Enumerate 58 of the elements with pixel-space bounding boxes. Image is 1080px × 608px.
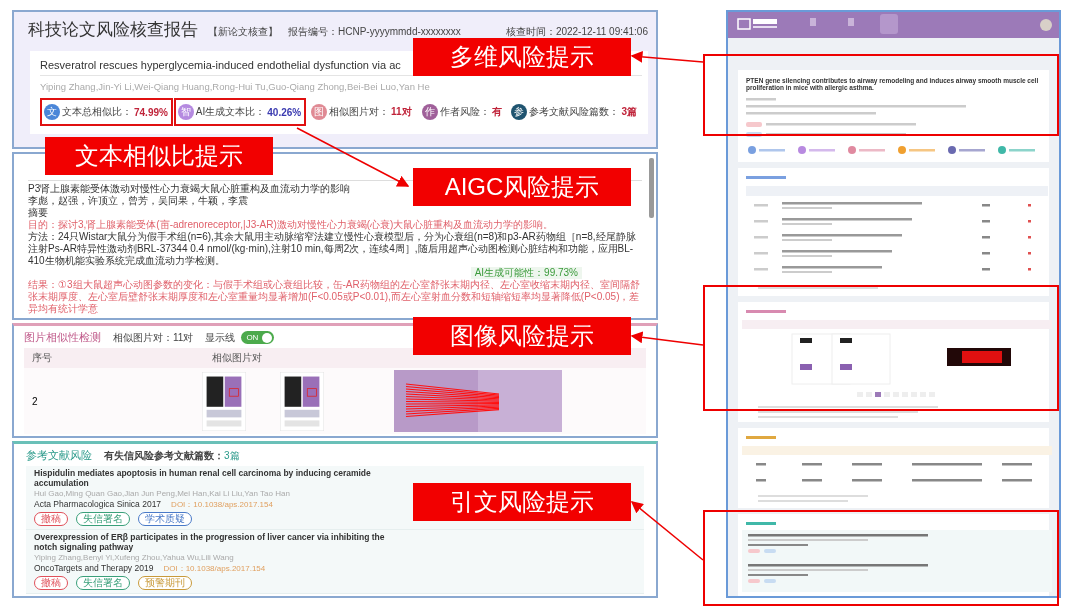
metric-value: 有	[491, 105, 502, 119]
metric-label: AI生成文本比：	[195, 105, 266, 119]
scrollbar[interactable]	[649, 158, 654, 218]
risk-tag: 失信署名	[76, 512, 130, 526]
metric-label: 作者风险：	[439, 105, 490, 119]
callout-label: 图像风险提示	[413, 317, 631, 355]
paper-authors: Yiping Zhang,Jin-Yi Li,Wei-Qiang Huang,Rong-Hui Tu,Guo-Qiang Zhong,Bei-Bei Luo,Yan He	[40, 81, 431, 92]
report-type-label: 【新论文核查】	[208, 25, 278, 39]
similar-image-count: 相似图片对：11对	[113, 330, 194, 345]
body-text: 摘要	[28, 207, 48, 219]
risk-tag: 撤稿	[34, 512, 68, 526]
flagged-text: 目的：探讨3,肾上腺素能受体(亩-adrenoreceptor,|J3-AR)激动对慢性心力衰竭(心衰)大鼠心脏重构及血流动力学的影响。	[28, 219, 554, 231]
toggle-label: 显示线	[205, 330, 236, 345]
metric-value: 74.99%	[134, 106, 168, 118]
metric-icon: 文	[44, 104, 60, 120]
body-text: 方法：24只Wistar大鼠分为假手术组(n=6),其余大鼠用主动脉缩窄法建立慢性心衰模型后，分为心衰组(n=8)和p3-AR药物组［n=8,经尾静脉注射Ps-AR特异性激动剂BRL-37344 0.4 nmol/(kg·min),注射10 min,每周2次，连续4周］,随后用超声心动图检测心脏结构和功能，应用BL-410生物机能实验系统完成血流动力学检测。	[28, 231, 637, 267]
doi-text: DOI：10.1038/aps.2017.154	[171, 499, 273, 510]
body-text: 李彪，赵强，许顶立，曾芳，吴同果，牛颖，李震	[28, 195, 248, 207]
metric-label: 文本总相似比：	[62, 105, 132, 119]
journal-name: OncoTargets and Therapy 2019	[34, 563, 154, 574]
metric-label: 相似图片对：	[329, 105, 390, 119]
metric-value: 40.26%	[267, 106, 302, 118]
risk-tag: 预警期刊	[138, 576, 192, 590]
reference-authors: Hui Gao,Ming Quan Gao,Jian Jun Peng,Mei Han,Kai Li Liu,Yan Tao Han	[34, 489, 291, 498]
figure-page-thumbnail	[202, 371, 246, 431]
reference-title: Overexpression of ERβ participates in the progression of liver cancer via inhibiting the notch signaling pathway	[34, 532, 386, 552]
reference-title: Hispidulin mediates apoptosis in human renal cell carcinoma by inducing ceramide accumulation	[34, 468, 372, 488]
risk-tag: 撤稿	[34, 576, 68, 590]
metric-icon: 图	[311, 104, 328, 120]
callout-label: 引文风险提示	[413, 483, 631, 521]
column-header: 序号	[32, 351, 53, 365]
journal-name: Acta Pharmacologica Sinica 2017	[34, 499, 162, 510]
figure-page-thumbnail	[280, 371, 324, 431]
ai-probability-tooltip: AI生成可能性：99.73%	[470, 267, 582, 279]
report-title: 科技论文风险核查报告	[28, 19, 198, 41]
risk-tag: 失信署名	[76, 576, 130, 590]
risk-reference-count: 3篇	[224, 448, 240, 463]
metric-icon: 参	[511, 104, 528, 120]
report-number: 报告编号：HCNP-yyyymmdd-xxxxxxxx	[288, 25, 461, 39]
doi-text: DOI：10.1038/aps.2017.154	[163, 563, 266, 574]
metric-icon: 作	[421, 104, 438, 120]
row-number: 2	[32, 395, 39, 407]
callout-label: AIGC风险提示	[413, 168, 631, 206]
metric-label: 参考文献风险篇数：	[529, 105, 620, 119]
check-time: 核查时间：2022-12-11 09:41:06	[505, 25, 648, 39]
risk-tag: 学术质疑	[138, 512, 192, 526]
metric-value: 11对	[391, 105, 412, 119]
metric-value: 3篇	[621, 105, 637, 119]
show-lines-toggle[interactable]: ON	[241, 331, 275, 344]
metric-icon: 智	[177, 104, 194, 120]
callout-label: 文本相似比提示	[45, 137, 273, 175]
reference-authors: Yiping Zhang,Benyi Yi,Xufeng Zhou,Yahua Wu,Lili Wang	[34, 553, 235, 562]
section-title: 图片相似性检测	[24, 330, 101, 345]
risk-reference-label: 有失信风险参考文献篇数：	[104, 448, 224, 463]
body-text: P3肾上腺素能受体激动对慢性心力衰竭大鼠心脏重构及血流动力学的影响	[28, 183, 351, 195]
column-header: 相似图片对	[212, 351, 262, 365]
flagged-text: 结果：①3组大鼠超声心动图参数的变化：与假手术组或心衰组比较，缶-AR药物组的左心室舒张末期内径、左心室收缩末期内径、室间隔舒张末期厚度、左心室后壁舒张末期厚度和左心室重量均显著增加(F<0.05或P<0.01),而左心室射血分数和短轴缩短率均显著降低(P<0.05)，差异均有统计学意	[28, 279, 641, 315]
section-title: 参考文献风险	[26, 448, 92, 463]
